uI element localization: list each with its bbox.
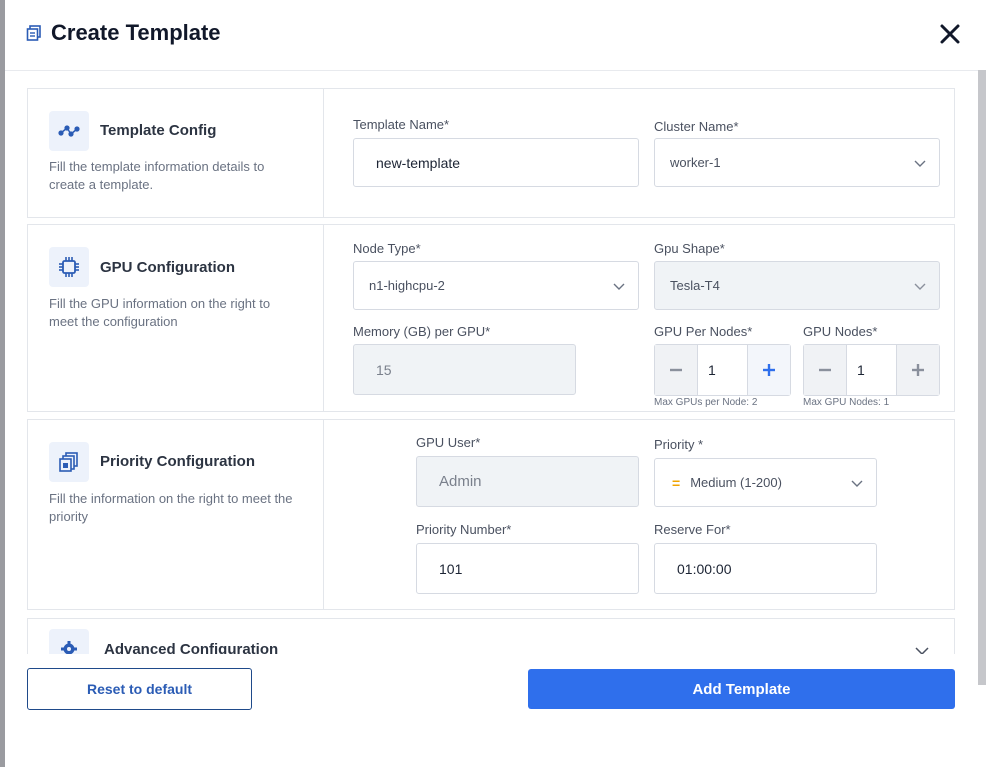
create-template-modal: Create Template Template Config Fill the… [5, 0, 986, 767]
node-type-value: n1-highcpu-2 [369, 278, 445, 293]
reserve-for-value: 01:00:00 [677, 560, 732, 577]
chevron-down-icon [914, 160, 926, 167]
gpu-user-value: Admin [439, 473, 482, 490]
chevron-down-icon [613, 283, 625, 290]
plus-icon [912, 364, 924, 376]
gpu-nodes-stepper: 1 [803, 344, 940, 396]
plus-icon [763, 364, 775, 376]
scrollbar[interactable] [978, 70, 986, 685]
gpu-nodes-value[interactable]: 1 [846, 345, 897, 395]
chevron-down-icon[interactable] [914, 643, 930, 654]
gpu-shape-label: Gpu Shape* [654, 241, 725, 256]
decrement-button[interactable] [655, 345, 697, 395]
priority-value: Medium (1-200) [690, 475, 782, 490]
section-description: Fill the information on the right to mee… [49, 491, 293, 524]
modal-body: Template Config Fill the template inform… [5, 71, 975, 654]
gpu-configuration-section: GPU Configuration Fill the GPU informati… [27, 224, 955, 412]
template-config-section: Template Config Fill the template inform… [27, 88, 955, 218]
workflow-icon [49, 111, 89, 151]
priority-number-label: Priority Number* [416, 522, 512, 537]
section-divider [323, 420, 324, 609]
gpu-nodes-label: GPU Nodes* [803, 324, 878, 339]
template-name-value: new-template [376, 154, 461, 171]
modal-footer: Reset to default Add Template [5, 654, 975, 767]
priority-number-input[interactable]: 101 [416, 543, 639, 594]
priority-select[interactable]: = Medium (1-200) [654, 458, 877, 507]
page-title: Create Template [51, 20, 221, 45]
increment-button[interactable] [897, 345, 939, 395]
gpu-per-nodes-value[interactable]: 1 [697, 345, 748, 395]
gpu-shape-select[interactable]: Tesla-T4 [654, 261, 940, 310]
decrement-button[interactable] [804, 345, 846, 395]
close-icon[interactable] [938, 22, 962, 46]
section-title: Advanced Configuration [104, 641, 279, 654]
section-title: Template Config [100, 122, 217, 139]
memory-input[interactable]: 15 [353, 344, 576, 395]
gpu-per-nodes-stepper: 1 [654, 344, 791, 396]
cluster-name-select[interactable]: worker-1 [654, 138, 940, 187]
advanced-configuration-section[interactable]: Advanced Configuration [27, 618, 955, 654]
add-template-button[interactable]: Add Template [528, 669, 955, 709]
template-name-label: Template Name* [353, 117, 450, 132]
gpu-per-nodes-label: GPU Per Nodes* [654, 324, 753, 339]
cluster-name-label: Cluster Name* [654, 119, 739, 134]
section-divider [323, 89, 324, 217]
stack-icon [49, 442, 89, 482]
priority-configuration-section: Priority Configuration Fill the informat… [27, 419, 955, 610]
reset-to-default-button[interactable]: Reset to default [27, 668, 252, 710]
gpu-per-nodes-hint: Max GPUs per Node: 2 [654, 397, 758, 408]
chevron-down-icon [851, 480, 863, 487]
gpu-shape-value: Tesla-T4 [670, 278, 720, 293]
template-name-input[interactable]: new-template [353, 138, 639, 187]
gear-icon [49, 629, 89, 654]
gpu-user-input[interactable]: Admin [416, 456, 639, 507]
template-copy-icon [26, 25, 41, 41]
reserve-for-input[interactable]: 01:00:00 [654, 543, 877, 594]
node-type-label: Node Type* [353, 241, 421, 256]
gpu-nodes-hint: Max GPU Nodes: 1 [803, 397, 890, 408]
section-title: Priority Configuration [100, 453, 255, 470]
memory-label: Memory (GB) per GPU* [353, 324, 491, 339]
gpu-user-label: GPU User* [416, 435, 481, 450]
increment-button[interactable] [748, 345, 790, 395]
section-description: Fill the template information details to… [49, 159, 265, 192]
section-divider [323, 225, 324, 411]
priority-number-value: 101 [439, 560, 463, 577]
reserve-for-label: Reserve For* [654, 522, 731, 537]
modal-header: Create Template [5, 0, 986, 71]
priority-medium-icon: = [672, 474, 681, 491]
node-type-select[interactable]: n1-highcpu-2 [353, 261, 639, 310]
cpu-chip-icon [49, 247, 89, 287]
section-description: Fill the GPU information on the right to… [49, 296, 271, 329]
chevron-down-icon [914, 283, 926, 290]
minus-icon [819, 368, 831, 372]
cluster-name-value: worker-1 [670, 155, 721, 170]
priority-label: Priority * [654, 437, 704, 452]
section-title: GPU Configuration [100, 259, 235, 276]
memory-value: 15 [376, 361, 392, 378]
minus-icon [670, 368, 682, 372]
